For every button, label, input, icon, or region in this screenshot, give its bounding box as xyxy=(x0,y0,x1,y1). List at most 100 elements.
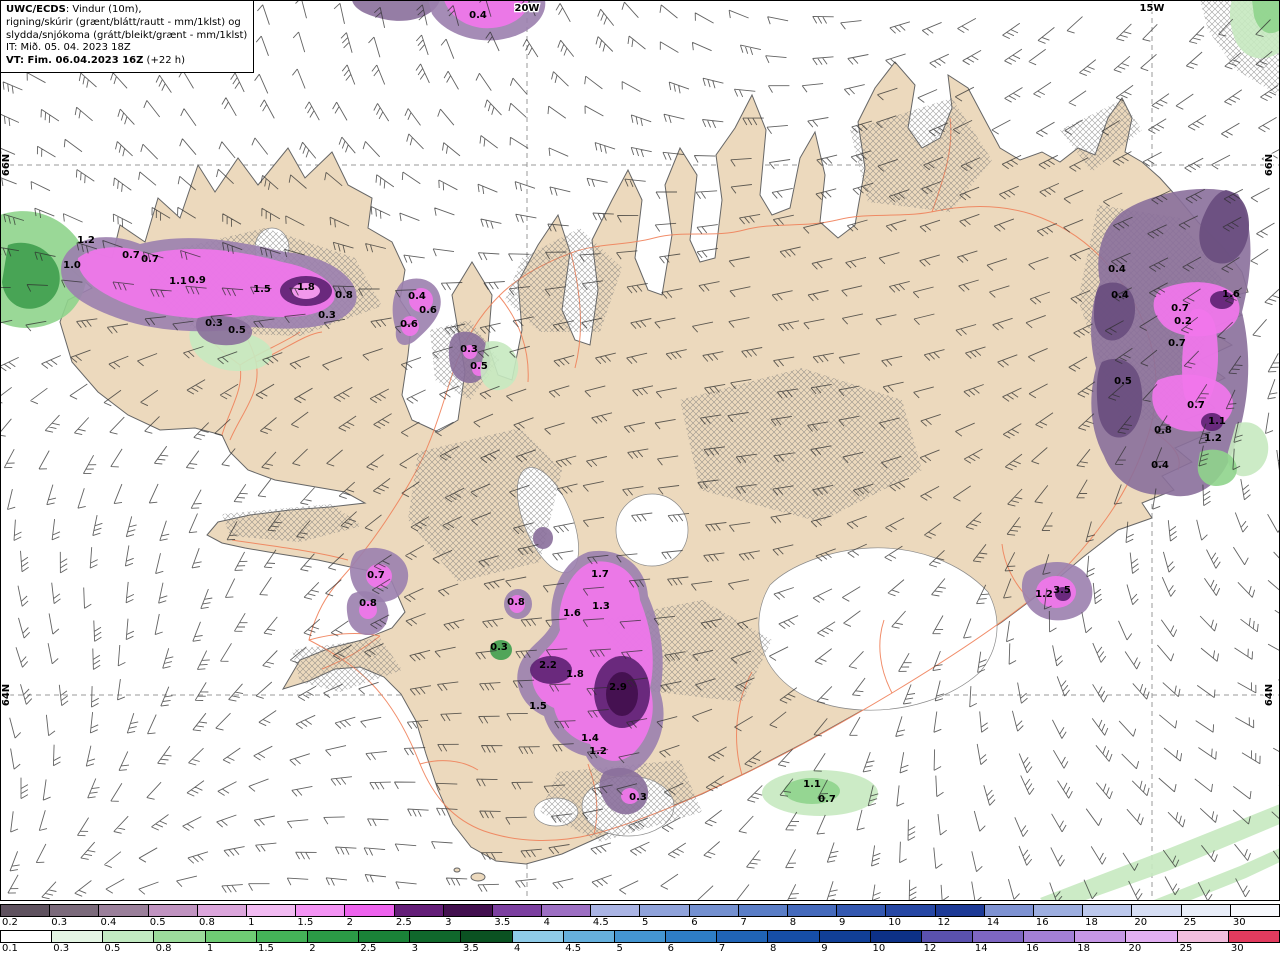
init-time: IT: Mið. 05. 04. 2023 18Z xyxy=(6,42,131,54)
legend-color-segment xyxy=(935,905,985,916)
small-island xyxy=(453,867,461,873)
legend-tick-label: 3.5 xyxy=(494,917,511,928)
legend-color-segment xyxy=(738,905,788,916)
legend-tick-label: 1.5 xyxy=(297,917,314,928)
legend-color-segment xyxy=(197,905,247,916)
legend-color-segment xyxy=(819,931,871,942)
precip-value-label: 0.6 xyxy=(419,305,437,316)
legend-tick-label: 9 xyxy=(838,917,846,928)
legend-color-segment xyxy=(148,905,198,916)
coordinate-label: 20W xyxy=(515,3,540,14)
legend-color-segment xyxy=(1228,931,1279,942)
precip-value-label: 0.8 xyxy=(335,290,353,301)
precip-value-label: 1.8 xyxy=(297,282,315,293)
legend-tick-labels-sleet-snow-scale: 0.2 0.3 0.4 0.5 0.8 1 1.5 2 2.5 3 3.5 4 4.5 5 6 7 8 9 10 12… xyxy=(0,917,1280,929)
legend-color-segment xyxy=(717,931,769,942)
legend-color-segment xyxy=(205,931,257,942)
legend-color-segment xyxy=(591,905,641,916)
precip-value-label: 1.8 xyxy=(566,669,584,680)
legend-tick-label: 9 xyxy=(821,943,828,954)
precip-value-label: 0.4 xyxy=(408,291,426,302)
legend-tick-label: 20 xyxy=(1134,917,1148,928)
precip-value-label: 0.3 xyxy=(460,344,478,355)
precip-value-label: 0.5 xyxy=(470,361,488,372)
legend-tick-label: 25 xyxy=(1183,917,1197,928)
legend-color-segment xyxy=(50,905,100,916)
legend-tick-label: 1 xyxy=(206,943,214,954)
legend-tick-label: 7 xyxy=(740,917,747,928)
legend-color-segment xyxy=(461,931,513,942)
legend-color-segment xyxy=(837,905,887,916)
legend-color-segment xyxy=(443,905,493,916)
legend-tick-labels-rain-scale: 0.1 0.3 0.5 0.8 1 1.5 2 2.5 3 3.5 4 4.5 5 6 7 8 9 10 12 14 1… xyxy=(0,943,1280,955)
legend-color-segment xyxy=(492,905,543,916)
precip-value-label: 2.2 xyxy=(539,660,557,671)
vestmannaeyjar-islands xyxy=(470,872,486,882)
legend-color-segment xyxy=(1177,931,1229,942)
legend-tick-label: 1.5 xyxy=(258,943,274,954)
precip-value-label: 1.1 xyxy=(169,276,187,287)
precip-value-label: 0.4 xyxy=(469,10,487,21)
legend-tick-label: 0.8 xyxy=(198,917,215,928)
precip-value-label: 0.7 xyxy=(141,254,159,265)
precip-value-label: 1.3 xyxy=(592,601,610,612)
legend-tick-label: 0.5 xyxy=(149,917,166,928)
precip-value-label: 0.6 xyxy=(400,319,418,330)
legend-color-segment xyxy=(1033,905,1084,916)
legend-tick-label: 4 xyxy=(543,917,550,928)
precip-value-label: 1.6 xyxy=(1222,289,1240,300)
legend-tick-label: 2 xyxy=(309,943,316,954)
legend-color-segment xyxy=(1075,931,1127,942)
precip-value-label: 1.6 xyxy=(563,608,581,619)
legend-tick-label: 30 xyxy=(1232,917,1246,928)
legend-color-segment xyxy=(886,905,936,916)
precip-value-label: 0.7 xyxy=(122,250,140,261)
legend-tick-label: 2 xyxy=(346,917,354,928)
legend-color-segment xyxy=(359,931,411,942)
coordinate-label: 64N xyxy=(1264,684,1275,706)
legend-tick-label: 2.5 xyxy=(360,943,377,954)
precip-value-label: 0.9 xyxy=(188,275,206,286)
precip-value-label: 1.2 xyxy=(589,746,607,757)
precip-value-label: 1.2 xyxy=(1204,433,1222,444)
legend-tick-label: 0.3 xyxy=(51,917,68,928)
legend-color-segment xyxy=(614,931,667,942)
glacier-vatnajokull xyxy=(758,547,998,711)
legend-tick-label: 16 xyxy=(1035,917,1049,928)
precip-value-label: 0.5 xyxy=(228,325,246,336)
legend-color-segment xyxy=(256,931,308,942)
legend-color-segment xyxy=(307,931,360,942)
legend-tick-label: 5 xyxy=(642,917,649,928)
legend-tick-label: 0.1 xyxy=(2,943,18,954)
precip-value-label: 0.2 xyxy=(1174,316,1192,327)
legend-color-segment xyxy=(410,931,462,942)
legend-tick-label: 14 xyxy=(974,943,988,954)
precip-value-label: 1.1 xyxy=(1208,416,1226,427)
coordinate-label: 66N xyxy=(1,154,12,176)
legend-tick-label: 12 xyxy=(923,943,937,954)
legend-color-segment xyxy=(542,905,592,916)
legend-tick-label: 14 xyxy=(986,917,1000,928)
precip-value-label: 0.7 xyxy=(1187,400,1205,411)
precip-value-label: 0.7 xyxy=(367,570,385,581)
precip-value-label: 1.2 xyxy=(1035,589,1053,600)
legend-tick-label: 16 xyxy=(1026,943,1039,954)
legend-tick-label: 2.5 xyxy=(395,917,412,928)
map-info-box: UWC/ECDS: Vindur (10m), rigning/skúrir (… xyxy=(0,0,254,73)
precip-value-label: 1.4 xyxy=(581,733,599,744)
precip-value-label: 1.0 xyxy=(63,260,81,271)
iceland-weather-map: 0.41.21.00.7 0.71.1 0.91.5 1.80.80.30.50.30… xyxy=(0,0,1280,901)
legend-tick-label: 10 xyxy=(888,917,901,928)
legend-color-segment xyxy=(984,905,1034,916)
precip-value-label: 0.8 xyxy=(1154,425,1172,436)
legend-bar-sleet-snow-scale xyxy=(0,904,1280,917)
legend-tick-label: 8 xyxy=(789,917,797,928)
legend-tick-label: 12 xyxy=(937,917,951,928)
coordinate-label: 15W xyxy=(1140,3,1165,14)
coordinate-label: 66N xyxy=(1264,154,1275,176)
color-scale-legend: 0.2 0.3 0.4 0.5 0.8 1 1.5 2 2.5 3 3.5 4 4.5 5 6 7 8 9 10 12… xyxy=(0,901,1280,960)
product-desc: : Vindur (10m), xyxy=(65,4,142,15)
legend-tick-label: 0.2 xyxy=(2,917,18,928)
legend-color-segment xyxy=(666,931,718,942)
legend-desc-sleet: slydda/snjókoma (grátt/bleikt/grænt - mm… xyxy=(6,29,248,41)
